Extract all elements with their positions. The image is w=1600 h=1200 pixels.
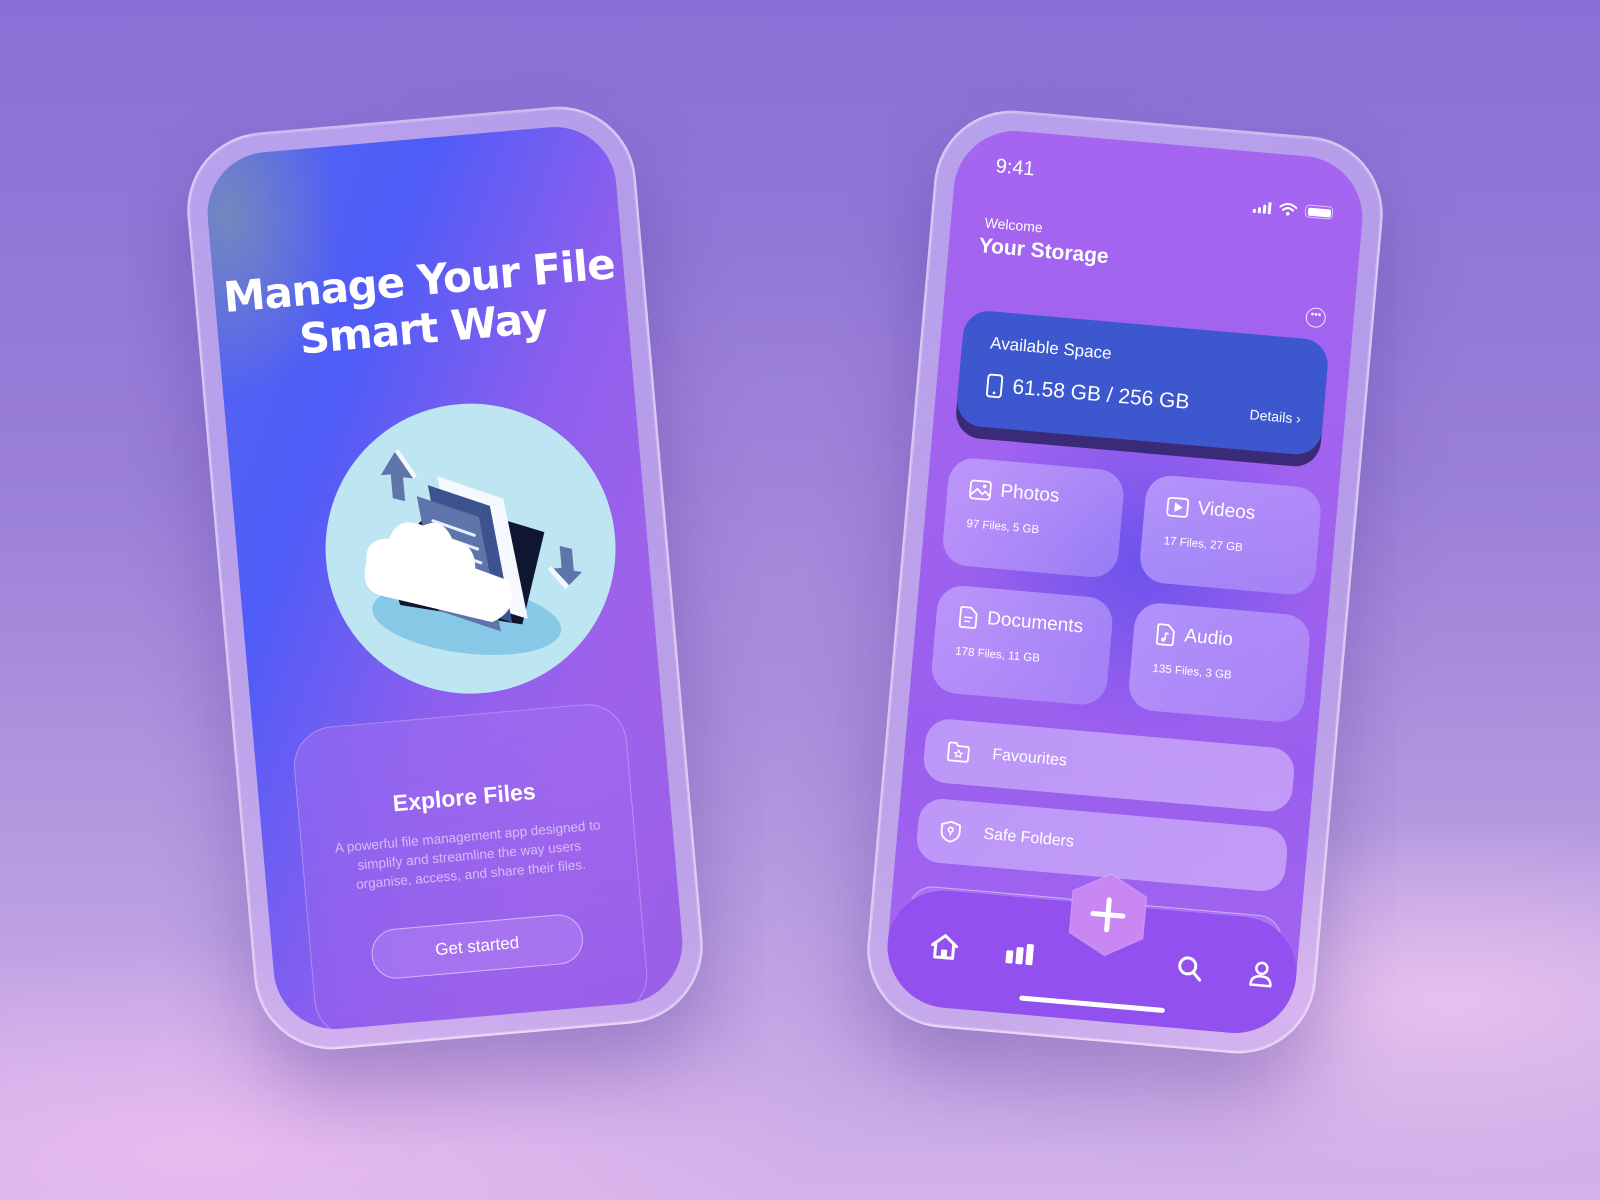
music-file-icon: [1155, 623, 1175, 647]
battery-icon: [1304, 204, 1334, 220]
tab-home[interactable]: [926, 928, 963, 965]
storage-phone: 9:41 Welcome Your Storage ••• Available …: [860, 104, 1390, 1060]
explore-description: A powerful file management app designed …: [334, 817, 601, 892]
mockup-stage: Manage Your File Smart Way Explore Files…: [0, 0, 1600, 1200]
folder-star-icon: [947, 741, 970, 763]
more-horizontal-icon[interactable]: •••: [1304, 306, 1327, 329]
tab-search[interactable]: [1171, 950, 1208, 987]
category-tile-photos[interactable]: Photos 97 Files, 5 GB: [940, 456, 1126, 580]
home-icon: [931, 934, 959, 960]
page-title: Your Storage: [977, 234, 1110, 269]
phone-icon: [985, 373, 1004, 399]
storage-value: 61.58 GB / 256 GB: [985, 373, 1191, 415]
folder-label: Safe Folders: [982, 825, 1075, 851]
category-name: Documents: [986, 608, 1084, 638]
category-meta: 17 Files, 27 GB: [1163, 535, 1244, 555]
folder-label: Favourites: [991, 746, 1068, 770]
signal-icon: [1252, 200, 1272, 214]
onboarding-screen: Manage Your File Smart Way Explore Files…: [202, 121, 688, 1035]
category-meta: 97 Files, 5 GB: [965, 517, 1040, 537]
category-meta: 178 Files, 11 GB: [954, 645, 1041, 665]
add-button[interactable]: [1059, 866, 1157, 964]
available-space-card[interactable]: Available Space 61.58 GB / 256 GB Detail…: [955, 309, 1330, 457]
cloud-documents-illustration: [325, 403, 616, 694]
chevron-right-icon: ›: [1295, 410, 1302, 427]
onboarding-headline: Manage Your File Smart Way: [213, 239, 630, 370]
welcome-label: Welcome: [984, 214, 1044, 236]
image-icon: [969, 479, 992, 501]
status-bar: 9:41: [994, 155, 1336, 220]
category-name: Photos: [999, 480, 1061, 507]
document-icon: [958, 606, 978, 629]
search-icon: [1178, 956, 1202, 982]
category-tile-audio[interactable]: Audio 135 Files, 3 GB: [1126, 601, 1312, 724]
home-indicator: [1019, 995, 1166, 1014]
explore-files-card: Explore Files A powerful file management…: [290, 700, 651, 1035]
storage-screen: 9:41 Welcome Your Storage ••• Available …: [882, 125, 1368, 1039]
details-label: Details: [1249, 406, 1294, 426]
storage-amount: 61.58 GB / 256 GB: [1011, 375, 1191, 414]
available-space-label: Available Space: [989, 333, 1113, 363]
category-tile-documents[interactable]: Documents 178 Files, 11 GB: [929, 583, 1115, 707]
play-icon: [1166, 496, 1190, 518]
category-name: Audio: [1183, 625, 1234, 651]
folder-row-favourites[interactable]: Favourites: [921, 717, 1297, 814]
category-meta: 135 Files, 3 GB: [1152, 662, 1233, 682]
onboarding-phone: Manage Your File Smart Way Explore Files…: [180, 100, 710, 1056]
wifi-icon: [1279, 203, 1298, 216]
status-time: 9:41: [994, 155, 1036, 181]
details-link[interactable]: Details ›: [1249, 406, 1302, 426]
shield-lock-icon: [940, 820, 962, 843]
category-tile-videos[interactable]: Videos 17 Files, 27 GB: [1138, 473, 1323, 597]
status-icons: [1252, 200, 1334, 220]
tab-profile[interactable]: [1243, 956, 1280, 993]
get-started-button[interactable]: Get started: [369, 912, 586, 981]
bar-chart-icon: [1005, 943, 1034, 966]
user-icon: [1249, 961, 1272, 988]
tab-stats[interactable]: [1002, 935, 1039, 972]
category-name: Videos: [1196, 498, 1257, 525]
